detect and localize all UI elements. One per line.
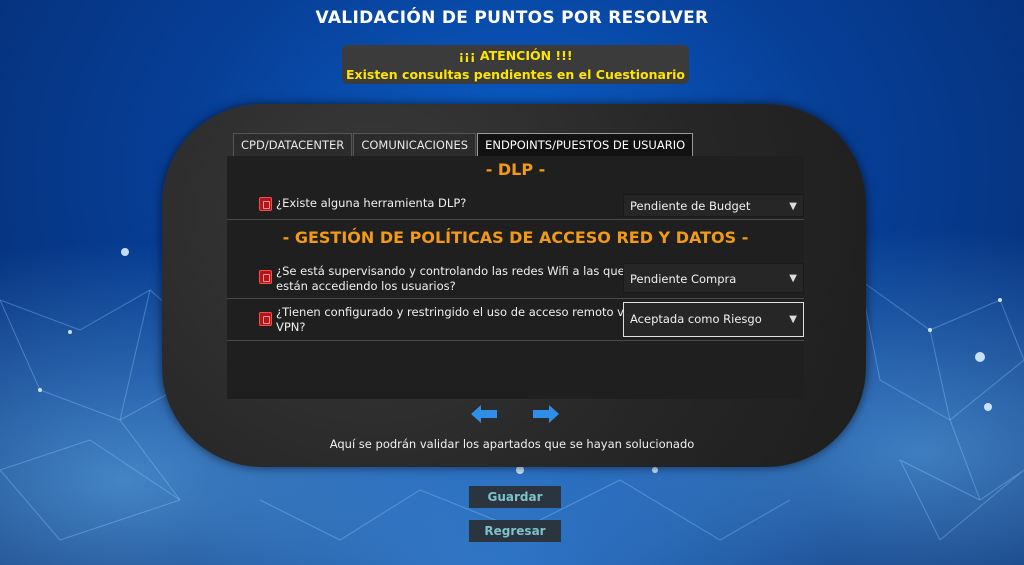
chevron-down-icon: ▼: [789, 201, 797, 212]
answer-select[interactable]: Aceptada como Riesgo ▼: [623, 302, 804, 337]
arrow-right-icon[interactable]: [533, 405, 559, 423]
info-text: Aquí se podrán validar los apartados que…: [329, 437, 695, 451]
chevron-down-icon: ▼: [789, 273, 797, 284]
alert-message: Existen consultas pendientes en el Cuest…: [346, 67, 685, 82]
tab-endpoints[interactable]: ENDPOINTS/PUESTOS DE USUARIO: [477, 133, 694, 156]
back-button[interactable]: Regresar: [469, 520, 561, 542]
section-title-politicas: - GESTIÓN DE POLÍTICAS DE ACCESO RED Y D…: [282, 228, 749, 247]
save-button[interactable]: Guardar: [469, 486, 561, 508]
answer-select[interactable]: Pendiente Compra ▼: [623, 263, 804, 293]
arrow-left-icon[interactable]: [471, 405, 497, 423]
answer-select[interactable]: Pendiente de Budget ▼: [623, 194, 804, 217]
page-title: VALIDACIÓN DE PUNTOS POR RESOLVER: [315, 8, 709, 28]
section-title-dlp: - DLP -: [485, 160, 546, 179]
status-square-icon: [259, 197, 272, 211]
answer-select-value: Pendiente Compra: [630, 272, 737, 286]
question-text: ¿Tienen configurado y restringido el uso…: [276, 305, 634, 335]
alert-heading: ¡¡¡ ATENCIÓN !!!: [458, 48, 573, 63]
answer-select-value: Aceptada como Riesgo: [630, 312, 762, 326]
question-text-line: ¿Tienen configurado y restringido el uso…: [276, 305, 635, 319]
attention-alert: ¡¡¡ ATENCIÓN !!! Existen consultas pendi…: [342, 45, 689, 84]
question-text-line: VPN?: [276, 320, 306, 334]
status-square-icon: [259, 270, 272, 284]
question-text-line: ¿Se está supervisando y controlando las …: [276, 264, 625, 278]
category-tabs: CPD/DATACENTER COMUNICACIONES ENDPOINTS/…: [233, 133, 694, 156]
question-text: ¿Existe alguna herramienta DLP?: [276, 196, 467, 210]
tab-comunicaciones[interactable]: COMUNICACIONES: [353, 133, 477, 156]
question-text-line: están accediendo los usuarios?: [276, 279, 456, 293]
status-square-icon: [259, 312, 272, 326]
tab-cpd-datacenter[interactable]: CPD/DATACENTER: [233, 133, 353, 156]
answer-select-value: Pendiente de Budget: [630, 199, 751, 213]
chevron-down-icon: ▼: [789, 314, 797, 325]
question-text: ¿Se está supervisando y controlando las …: [276, 264, 625, 294]
